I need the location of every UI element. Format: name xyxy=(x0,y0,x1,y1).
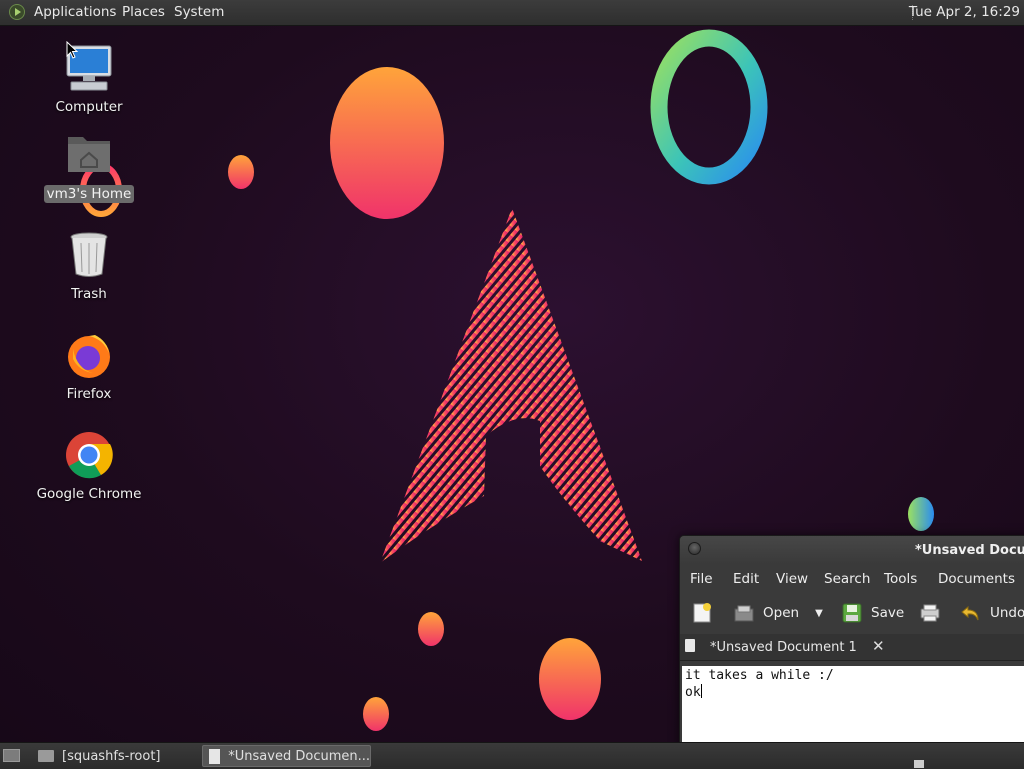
home-folder-icon xyxy=(63,129,115,181)
undo-icon xyxy=(960,602,982,624)
clock[interactable]: Tue Apr 2, 16:29 xyxy=(909,4,1020,20)
orb-small xyxy=(363,697,389,731)
mate-menu-logo-icon[interactable] xyxy=(9,4,25,20)
close-tab-icon[interactable]: ✕ xyxy=(872,637,885,655)
menu-view[interactable]: View xyxy=(776,571,808,587)
folder-icon xyxy=(38,750,54,762)
taskbar-item-squashfs-root[interactable]: [squashfs-root] xyxy=(32,745,197,767)
top-panel: Applications Places System Tue Apr 2, 16… xyxy=(0,0,1024,26)
text-editor-icon xyxy=(209,748,221,764)
ring-shape xyxy=(650,29,768,185)
desktop-icon-chrome[interactable]: Google Chrome xyxy=(29,429,149,503)
desktop-icon-home[interactable]: vm3's Home xyxy=(29,129,149,203)
undo-button[interactable]: Undo xyxy=(960,602,1024,624)
desktop-icon-firefox[interactable]: Firefox xyxy=(29,329,149,403)
bottom-panel: [squashfs-root] *Unsaved Documen... xyxy=(0,742,1024,769)
menu-places[interactable]: Places xyxy=(122,4,165,20)
print-button[interactable] xyxy=(919,602,949,624)
taskbar-item-label: *Unsaved Documen... xyxy=(228,748,370,764)
taskbar-item-unsaved-document[interactable]: *Unsaved Documen... xyxy=(202,745,371,767)
desktop-icon-label: Google Chrome xyxy=(36,486,142,502)
menu-edit[interactable]: Edit xyxy=(733,571,759,587)
orb-green xyxy=(908,497,934,531)
menu-file[interactable]: File xyxy=(690,571,713,587)
desktop-icon-trash[interactable]: Trash xyxy=(29,229,149,303)
text-line: ok xyxy=(685,685,701,700)
text-editor-window[interactable]: *Unsaved Document 1 - Pluma File Edit Vi… xyxy=(679,535,1024,747)
menu-system[interactable]: System xyxy=(174,4,224,20)
print-icon xyxy=(919,602,941,624)
save-button[interactable]: Save xyxy=(841,602,904,624)
taskbar-item-label: [squashfs-root] xyxy=(62,748,161,764)
menu-search[interactable]: Search xyxy=(824,571,870,587)
text-line: it takes a while :/ xyxy=(685,668,834,683)
show-desktop-icon[interactable] xyxy=(3,749,20,762)
text-caret xyxy=(700,684,702,698)
firefox-icon xyxy=(63,329,115,381)
save-icon xyxy=(841,602,863,624)
undo-label: Undo xyxy=(990,605,1024,621)
window-menu-button[interactable] xyxy=(688,542,701,555)
menu-documents[interactable]: Documents xyxy=(938,571,1015,587)
save-label: Save xyxy=(871,605,905,621)
mouse-cursor-icon xyxy=(66,41,78,59)
open-folder-icon xyxy=(733,602,755,624)
window-titlebar[interactable]: *Unsaved Document 1 - Pluma xyxy=(680,536,1024,564)
menu-applications[interactable]: Applications xyxy=(34,4,116,20)
editor-menubar: File Edit View Search Tools Documents xyxy=(680,564,1024,594)
desktop-icon-computer[interactable]: Computer xyxy=(29,42,149,116)
orb-small xyxy=(228,155,254,189)
desktop-icon-label: Computer xyxy=(55,99,123,115)
orb-medium xyxy=(539,638,601,720)
window-title: *Unsaved Document 1 - Pluma xyxy=(915,543,1024,558)
trash-icon xyxy=(63,229,115,281)
desktop-icon-label: Trash xyxy=(71,286,107,302)
workspace-switcher-icon[interactable] xyxy=(914,760,924,768)
orb-large xyxy=(330,67,444,219)
new-document-icon xyxy=(691,602,713,624)
open-label: Open xyxy=(763,605,800,621)
chrome-icon xyxy=(63,429,115,481)
editor-toolbar: Open ▼ Save Undo xyxy=(680,594,1024,634)
document-icon xyxy=(685,639,695,652)
text-editing-area[interactable]: it takes a while :/ ok xyxy=(682,666,1024,746)
desktop-icon-label: vm3's Home xyxy=(43,185,135,203)
new-document-button[interactable] xyxy=(691,602,721,624)
document-tab[interactable]: *Unsaved Document 1 ✕ xyxy=(680,634,1024,661)
orb-small xyxy=(418,612,444,646)
menu-tools[interactable]: Tools xyxy=(884,571,917,587)
desktop-icon-label: Firefox xyxy=(66,386,112,402)
open-recent-arrow-icon[interactable]: ▼ xyxy=(815,608,823,619)
tab-label: *Unsaved Document 1 xyxy=(710,640,857,655)
arch-logo xyxy=(380,208,642,563)
open-button[interactable]: Open ▼ xyxy=(733,602,823,624)
